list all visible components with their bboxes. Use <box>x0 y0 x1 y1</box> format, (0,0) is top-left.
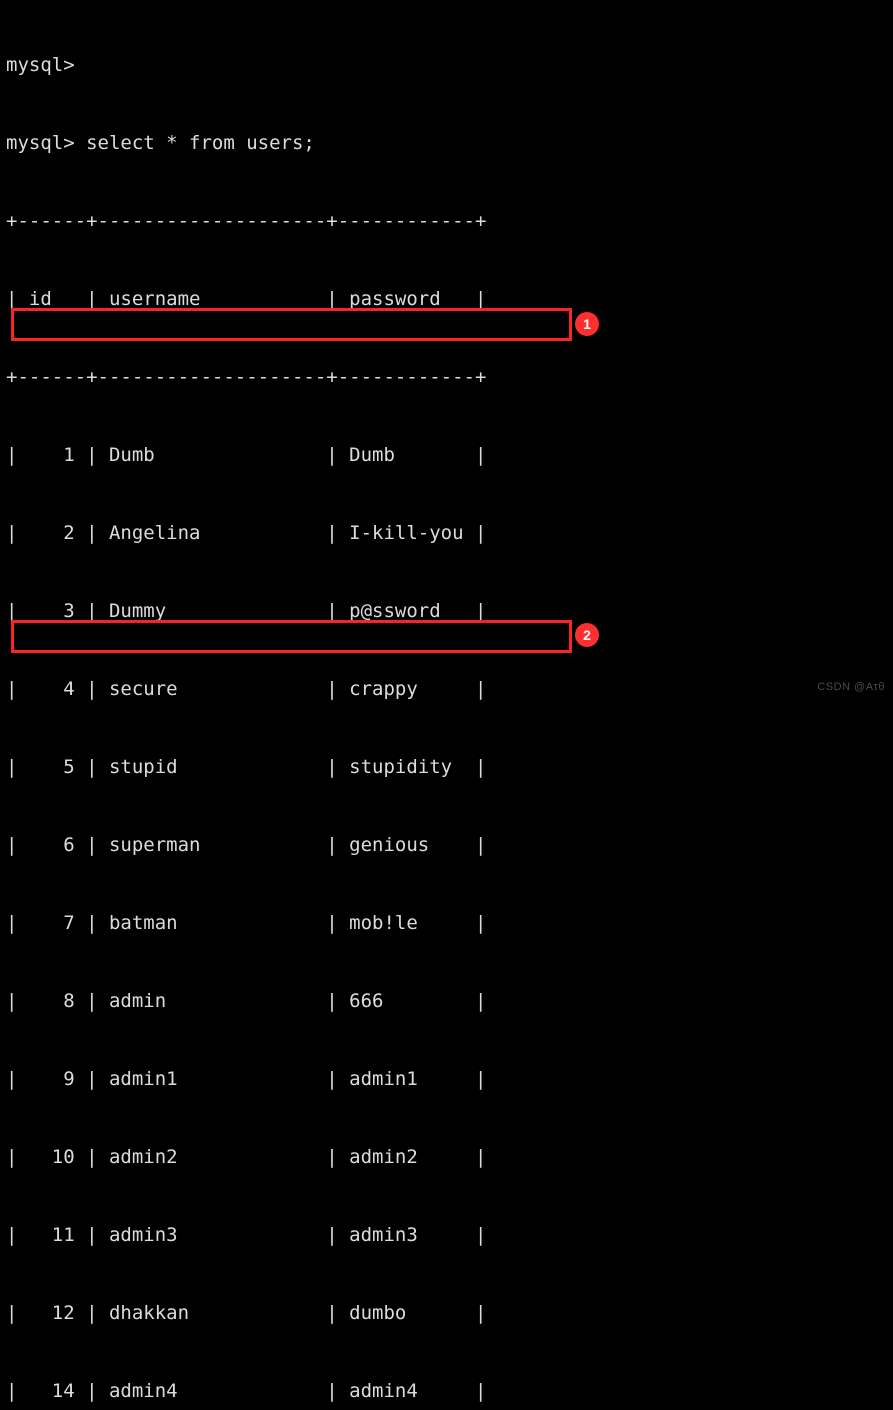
table-header-border: +------+--------------------+-----------… <box>6 366 487 388</box>
table-row: | 14 | admin4 | admin4 | <box>6 1380 487 1402</box>
prompt-line-empty: mysql> <box>6 54 75 76</box>
table-header-row: | id | username | password | <box>6 288 487 310</box>
watermark: CSDN @Aτθ <box>817 681 885 693</box>
table-row: | 3 | Dummy | p@ssword | <box>6 600 487 622</box>
annotation-badge-2: 2 <box>575 623 599 647</box>
annotation-badge-1: 1 <box>575 312 599 336</box>
table-row: | 10 | admin2 | admin2 | <box>6 1146 487 1168</box>
table-row: | 6 | superman | genious | <box>6 834 487 856</box>
table-row-highlighted-1: | 8 | admin | 666 | <box>6 990 487 1012</box>
terminal-window[interactable]: mysql> mysql> select * from users; +----… <box>0 0 893 1402</box>
table-row: | 1 | Dumb | Dumb | <box>6 444 487 466</box>
table-row: | 7 | batman | mob!le | <box>6 912 487 934</box>
table-row: | 5 | stupid | stupidity | <box>6 756 487 778</box>
table-row: | 9 | admin1 | admin1 | <box>6 1068 487 1090</box>
command-line: mysql> select * from users; <box>6 132 315 154</box>
table-row: | 12 | dhakkan | dumbo | <box>6 1302 487 1324</box>
table-row: | 11 | admin3 | admin3 | <box>6 1224 487 1246</box>
table-row: | 2 | Angelina | I-kill-you | <box>6 522 487 544</box>
terminal-output: mysql> mysql> select * from users; +----… <box>6 0 509 1410</box>
table-row: | 4 | secure | crappy | <box>6 678 487 700</box>
table-top-border: +------+--------------------+-----------… <box>6 210 487 232</box>
